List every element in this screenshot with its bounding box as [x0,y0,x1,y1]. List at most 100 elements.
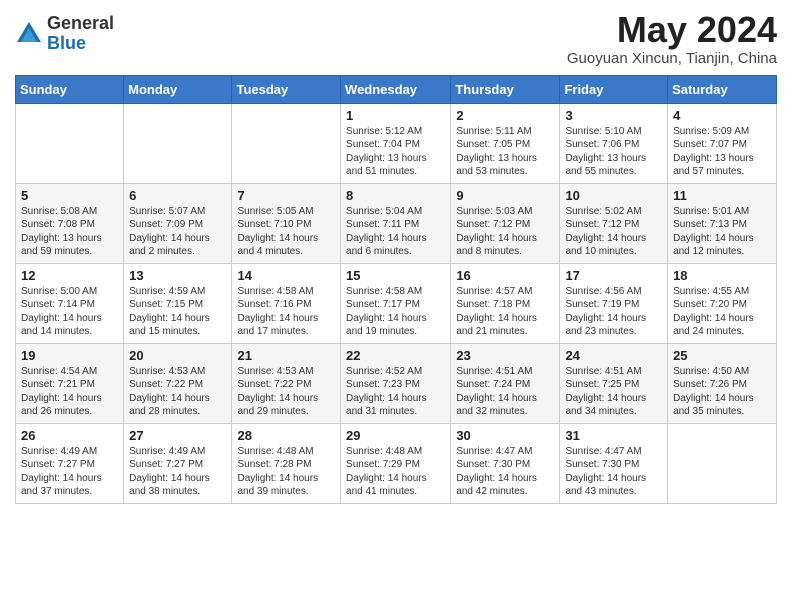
calendar-cell: 10 Sunrise: 5:02 AMSunset: 7:12 PMDayligh… [560,183,668,263]
day-header-saturday: Saturday [668,75,777,103]
cell-details: Sunrise: 4:48 AMSunset: 7:29 PMDaylight:… [346,445,445,499]
day-number: 6 [129,188,226,203]
day-number: 21 [237,348,335,363]
calendar-cell: 18 Sunrise: 4:55 AMSunset: 7:20 PMDayligh… [668,263,777,343]
day-number: 22 [346,348,445,363]
calendar-cell: 3 Sunrise: 5:10 AMSunset: 7:06 PMDaylight… [560,103,668,183]
day-header-monday: Monday [124,75,232,103]
day-number: 2 [456,108,554,123]
cell-details: Sunrise: 4:51 AMSunset: 7:25 PMDaylight:… [565,365,662,419]
cell-details: Sunrise: 5:02 AMSunset: 7:12 PMDaylight:… [565,205,662,259]
logo: General Blue [15,14,114,54]
cell-details: Sunrise: 5:09 AMSunset: 7:07 PMDaylight:… [673,125,771,179]
cell-details: Sunrise: 5:11 AMSunset: 7:05 PMDaylight:… [456,125,554,179]
cell-details: Sunrise: 4:56 AMSunset: 7:19 PMDaylight:… [565,285,662,339]
location-text: Guoyuan Xincun, Tianjin, China [567,50,777,67]
page-header: General Blue May 2024 Guoyuan Xincun, Ti… [15,10,777,67]
cell-details: Sunrise: 4:52 AMSunset: 7:23 PMDaylight:… [346,365,445,419]
calendar-cell: 15 Sunrise: 4:58 AMSunset: 7:17 PMDayligh… [341,263,451,343]
day-number: 15 [346,268,445,283]
day-header-thursday: Thursday [451,75,560,103]
day-number: 5 [21,188,118,203]
day-number: 11 [673,188,771,203]
calendar-cell: 9Sunrise: 5:03 AMSunset: 7:12 PMDaylight… [451,183,560,263]
month-title: May 2024 [567,10,777,50]
calendar-cell: 16Sunrise: 4:57 AMSunset: 7:18 PMDayligh… [451,263,560,343]
calendar-cell [668,423,777,503]
calendar-cell: 20Sunrise: 4:53 AMSunset: 7:22 PMDayligh… [124,343,232,423]
calendar-cell [232,103,341,183]
calendar-cell: 11 Sunrise: 5:01 AMSunset: 7:13 PMDayligh… [668,183,777,263]
calendar-cell: 29Sunrise: 4:48 AMSunset: 7:29 PMDayligh… [341,423,451,503]
day-number: 14 [237,268,335,283]
cell-details: Sunrise: 4:53 AMSunset: 7:22 PMDaylight:… [129,365,226,419]
day-number: 18 [673,268,771,283]
calendar-cell: 28 Sunrise: 4:48 AMSunset: 7:28 PMDayligh… [232,423,341,503]
day-number: 30 [456,428,554,443]
day-header-sunday: Sunday [16,75,124,103]
cell-details: Sunrise: 5:01 AMSunset: 7:13 PMDaylight:… [673,205,771,259]
day-number: 12 [21,268,118,283]
calendar-cell: 23 Sunrise: 4:51 AMSunset: 7:24 PMDayligh… [451,343,560,423]
day-number: 28 [237,428,335,443]
cell-details: Sunrise: 4:53 AMSunset: 7:22 PMDaylight:… [237,365,335,419]
cell-details: Sunrise: 4:59 AMSunset: 7:15 PMDaylight:… [129,285,226,339]
cell-details: Sunrise: 5:12 AMSunset: 7:04 PMDaylight:… [346,125,445,179]
logo-blue-text: Blue [47,34,114,54]
cell-details: Sunrise: 5:00 AMSunset: 7:14 PMDaylight:… [21,285,118,339]
day-number: 1 [346,108,445,123]
calendar-header-row: SundayMondayTuesdayWednesdayThursdayFrid… [16,75,777,103]
day-number: 8 [346,188,445,203]
cell-details: Sunrise: 4:47 AMSunset: 7:30 PMDaylight:… [456,445,554,499]
day-number: 17 [565,268,662,283]
day-number: 25 [673,348,771,363]
calendar-cell: 19 Sunrise: 4:54 AMSunset: 7:21 PMDayligh… [16,343,124,423]
cell-details: Sunrise: 4:48 AMSunset: 7:28 PMDaylight:… [237,445,335,499]
cell-details: Sunrise: 4:49 AMSunset: 7:27 PMDaylight:… [21,445,118,499]
cell-details: Sunrise: 4:58 AMSunset: 7:17 PMDaylight:… [346,285,445,339]
calendar-cell: 27 Sunrise: 4:49 AMSunset: 7:27 PMDayligh… [124,423,232,503]
calendar-cell: 8 Sunrise: 5:04 AMSunset: 7:11 PMDaylight… [341,183,451,263]
calendar-week-3: 12 Sunrise: 5:00 AMSunset: 7:14 PMDayligh… [16,263,777,343]
cell-details: Sunrise: 5:07 AMSunset: 7:09 PMDaylight:… [129,205,226,259]
cell-details: Sunrise: 4:55 AMSunset: 7:20 PMDaylight:… [673,285,771,339]
day-number: 26 [21,428,118,443]
day-header-friday: Friday [560,75,668,103]
title-area: May 2024 Guoyuan Xincun, Tianjin, China [567,10,777,67]
calendar-cell: 26 Sunrise: 4:49 AMSunset: 7:27 PMDayligh… [16,423,124,503]
calendar-cell: 13Sunrise: 4:59 AMSunset: 7:15 PMDayligh… [124,263,232,343]
calendar-cell: 24 Sunrise: 4:51 AMSunset: 7:25 PMDayligh… [560,343,668,423]
calendar-cell: 30 Sunrise: 4:47 AMSunset: 7:30 PMDayligh… [451,423,560,503]
calendar-cell: 17 Sunrise: 4:56 AMSunset: 7:19 PMDayligh… [560,263,668,343]
day-number: 27 [129,428,226,443]
cell-details: Sunrise: 5:10 AMSunset: 7:06 PMDaylight:… [565,125,662,179]
cell-details: Sunrise: 5:03 AMSunset: 7:12 PMDaylight:… [456,205,554,259]
logo-icon [15,20,43,48]
calendar-cell: 2 Sunrise: 5:11 AMSunset: 7:05 PMDaylight… [451,103,560,183]
day-number: 10 [565,188,662,203]
cell-details: Sunrise: 4:49 AMSunset: 7:27 PMDaylight:… [129,445,226,499]
calendar-cell [124,103,232,183]
cell-details: Sunrise: 5:05 AMSunset: 7:10 PMDaylight:… [237,205,335,259]
logo-general-text: General [47,14,114,34]
calendar-week-2: 5Sunrise: 5:08 AMSunset: 7:08 PMDaylight… [16,183,777,263]
day-number: 7 [237,188,335,203]
cell-details: Sunrise: 4:51 AMSunset: 7:24 PMDaylight:… [456,365,554,419]
calendar-cell: 12 Sunrise: 5:00 AMSunset: 7:14 PMDayligh… [16,263,124,343]
day-number: 24 [565,348,662,363]
calendar-cell: 22 Sunrise: 4:52 AMSunset: 7:23 PMDayligh… [341,343,451,423]
calendar-cell: 4Sunrise: 5:09 AMSunset: 7:07 PMDaylight… [668,103,777,183]
cell-details: Sunrise: 4:58 AMSunset: 7:16 PMDaylight:… [237,285,335,339]
calendar-week-4: 19 Sunrise: 4:54 AMSunset: 7:21 PMDayligh… [16,343,777,423]
calendar-cell: 14 Sunrise: 4:58 AMSunset: 7:16 PMDayligh… [232,263,341,343]
calendar-table: SundayMondayTuesdayWednesdayThursdayFrid… [15,75,777,504]
calendar-cell: 6 Sunrise: 5:07 AMSunset: 7:09 PMDaylight… [124,183,232,263]
calendar-cell: 1 Sunrise: 5:12 AMSunset: 7:04 PMDaylight… [341,103,451,183]
cell-details: Sunrise: 4:47 AMSunset: 7:30 PMDaylight:… [565,445,662,499]
day-number: 3 [565,108,662,123]
day-number: 19 [21,348,118,363]
cell-details: Sunrise: 5:04 AMSunset: 7:11 PMDaylight:… [346,205,445,259]
calendar-cell [16,103,124,183]
cell-details: Sunrise: 4:54 AMSunset: 7:21 PMDaylight:… [21,365,118,419]
day-number: 23 [456,348,554,363]
